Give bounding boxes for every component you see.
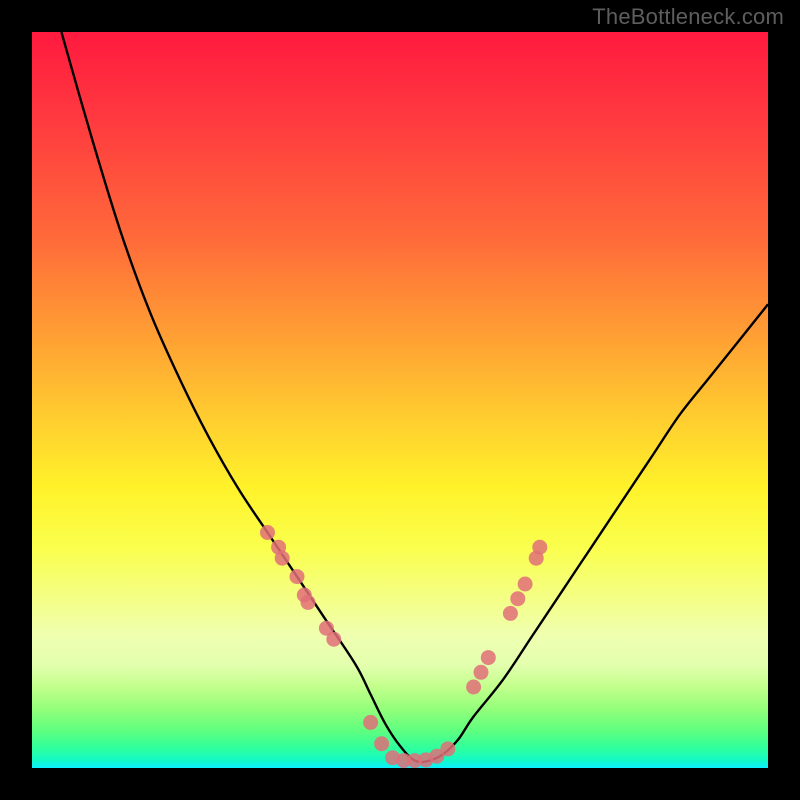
chart-svg: [32, 32, 768, 768]
curve-layer: [61, 32, 768, 762]
data-marker: [474, 665, 489, 680]
data-marker: [518, 577, 533, 592]
data-marker: [466, 680, 481, 695]
marker-layer: [260, 525, 547, 768]
data-marker: [374, 736, 389, 751]
data-marker: [510, 591, 525, 606]
data-marker: [532, 540, 547, 555]
watermark: TheBottleneck.com: [592, 4, 784, 30]
data-marker: [326, 632, 341, 647]
plot-area: [32, 32, 768, 768]
bottleneck-curve: [61, 32, 768, 762]
data-marker: [481, 650, 496, 665]
data-marker: [290, 569, 305, 584]
data-marker: [275, 551, 290, 566]
data-marker: [440, 741, 455, 756]
data-marker: [363, 715, 378, 730]
data-marker: [260, 525, 275, 540]
data-marker: [503, 606, 518, 621]
chart-frame: TheBottleneck.com: [0, 0, 800, 800]
data-marker: [301, 595, 316, 610]
